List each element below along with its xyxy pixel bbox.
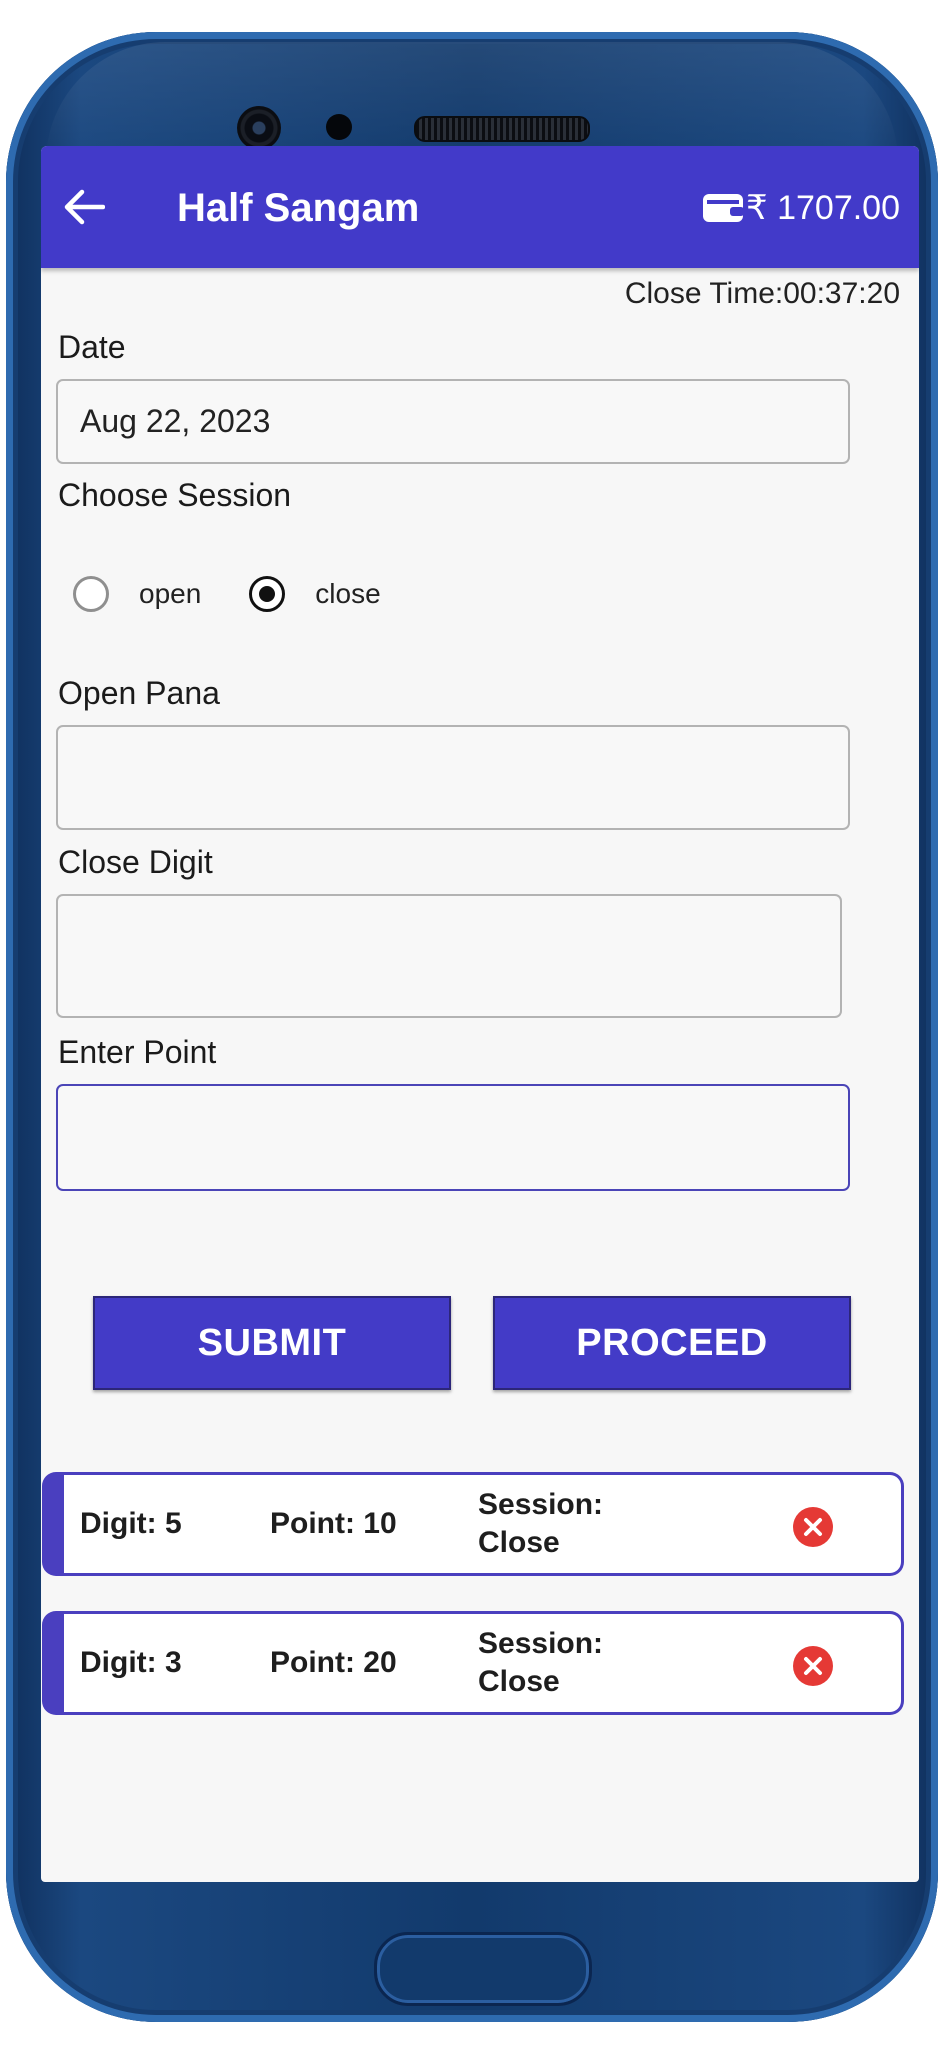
close-digit-label: Close Digit <box>58 844 213 880</box>
radio-open[interactable] <box>73 576 109 612</box>
delete-icon[interactable] <box>792 1506 834 1548</box>
entry-point: Point: 10 <box>270 1507 397 1540</box>
submit-button[interactable]: SUBMIT <box>93 1296 451 1390</box>
open-pana-input[interactable] <box>56 725 850 830</box>
radio-open-label: open <box>139 578 202 609</box>
bid-entry-row: Digit: 5 Point: 10 Session: Close <box>42 1472 904 1576</box>
date-value: Aug 22, 2023 <box>80 403 271 439</box>
entry-session-title: Session: <box>478 1627 604 1660</box>
entry-session: Session: Close <box>478 1475 603 1573</box>
page-title: Half Sangam <box>177 186 420 230</box>
entry-point: Point: 20 <box>270 1646 397 1679</box>
entry-session-value: Close <box>478 1665 560 1698</box>
earpiece-speaker-icon <box>414 116 590 142</box>
entry-session-title: Session: <box>478 1488 604 1521</box>
home-button[interactable] <box>374 1932 592 2006</box>
point-input[interactable] <box>56 1084 850 1191</box>
entry-digit: Digit: 5 <box>80 1507 182 1540</box>
close-digit-input[interactable] <box>56 894 842 1018</box>
app-bar: Half Sangam ₹ 1707.00 <box>41 146 919 268</box>
wallet-amount: ₹ 1707.00 <box>746 189 900 227</box>
wallet-balance[interactable]: ₹ 1707.00 <box>702 188 900 228</box>
front-camera-icon <box>237 106 281 150</box>
bid-entry-row: Digit: 3 Point: 20 Session: Close <box>42 1611 904 1715</box>
entry-digit: Digit: 3 <box>80 1646 182 1679</box>
entry-session-value: Close <box>478 1526 560 1559</box>
delete-icon[interactable] <box>792 1645 834 1687</box>
radio-close[interactable] <box>249 576 286 612</box>
proximity-sensor-icon <box>326 114 352 140</box>
proceed-button[interactable]: PROCEED <box>493 1296 851 1390</box>
close-time: Close Time:00:37:20 <box>624 277 900 310</box>
point-label: Enter Point <box>58 1034 217 1070</box>
app-screen: Half Sangam ₹ 1707.00 Close Time:00:37:2… <box>41 146 919 1882</box>
session-label: Choose Session <box>58 477 292 513</box>
radio-close-label: close <box>315 578 381 609</box>
date-field[interactable]: Aug 22, 2023 <box>56 379 850 464</box>
phone-shine <box>46 42 898 162</box>
date-label: Date <box>58 329 126 365</box>
back-arrow-icon[interactable] <box>63 188 105 226</box>
wallet-icon <box>703 194 745 222</box>
entry-session: Session: Close <box>478 1614 603 1712</box>
session-radio-group: open close <box>73 574 429 614</box>
open-pana-label: Open Pana <box>58 675 220 711</box>
